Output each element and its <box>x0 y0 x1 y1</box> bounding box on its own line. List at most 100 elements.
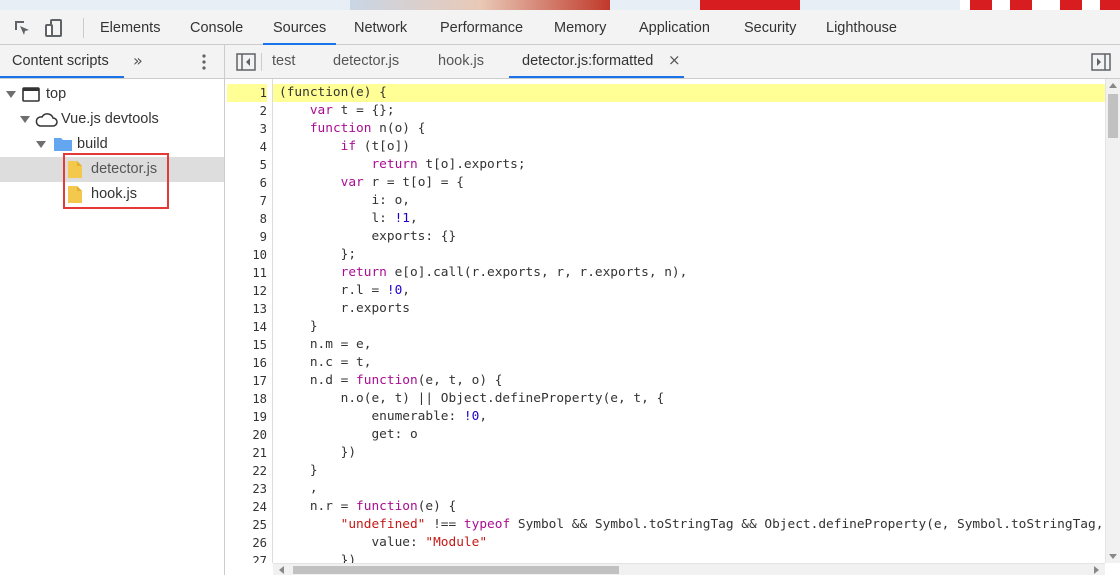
line-number[interactable]: 20 <box>227 426 267 444</box>
tab-content-scripts[interactable]: Content scripts <box>12 53 109 69</box>
horizontal-scrollbar[interactable] <box>273 563 1105 575</box>
code-line[interactable]: var t = {}; <box>273 102 1105 120</box>
line-number[interactable]: 24 <box>227 498 267 516</box>
code-line[interactable]: "undefined" !== typeof Symbol && Symbol.… <box>273 516 1105 534</box>
editor-tab-test[interactable]: test <box>272 53 295 69</box>
code-line[interactable]: } <box>273 462 1105 480</box>
editor-tab-detector-formatted[interactable]: detector.js:formatted <box>522 53 653 69</box>
code-line[interactable]: function n(o) { <box>273 120 1105 138</box>
line-number[interactable]: 5 <box>227 156 267 174</box>
tab-elements[interactable]: Elements <box>100 10 160 45</box>
code-line[interactable]: , <box>273 480 1105 498</box>
line-number[interactable]: 14 <box>227 318 267 336</box>
tab-memory[interactable]: Memory <box>554 10 606 45</box>
scroll-down-arrow-icon[interactable] <box>1109 554 1117 559</box>
line-number[interactable]: 23 <box>227 480 267 498</box>
code-line[interactable]: n.o(e, t) || Object.defineProperty(e, t,… <box>273 390 1105 408</box>
tab-application[interactable]: Application <box>639 10 710 45</box>
expand-arrow-icon[interactable] <box>20 116 30 123</box>
code-line[interactable]: var r = t[o] = { <box>273 174 1105 192</box>
line-number[interactable]: 1 <box>227 84 267 102</box>
editor-tab-detector-js[interactable]: detector.js <box>333 53 399 69</box>
line-number[interactable]: 2 <box>227 102 267 120</box>
code-line[interactable]: get: o <box>273 426 1105 444</box>
frame-icon <box>22 87 40 102</box>
scroll-left-arrow-icon[interactable] <box>279 566 284 574</box>
code-line[interactable]: return t[o].exports; <box>273 156 1105 174</box>
tree-label-top: top <box>46 86 67 102</box>
tab-sources[interactable]: Sources <box>263 10 337 45</box>
line-number[interactable]: 15 <box>227 336 267 354</box>
tab-console[interactable]: Console <box>190 10 243 45</box>
device-toolbar-icon[interactable] <box>44 18 64 38</box>
line-number[interactable]: 11 <box>227 264 267 282</box>
code-line[interactable]: }) <box>273 552 1105 563</box>
tree-item-top[interactable]: top <box>0 82 224 107</box>
navigator-sidebar: Content scripts » top Vue.js devtools bu… <box>0 45 225 575</box>
tab-network[interactable]: Network <box>354 10 407 45</box>
code-line[interactable]: n.m = e, <box>273 336 1105 354</box>
line-number[interactable]: 16 <box>227 354 267 372</box>
devtools-main-toolbar: Elements Console Sources Network Perform… <box>0 10 1120 45</box>
code-line[interactable]: n.c = t, <box>273 354 1105 372</box>
active-editor-tab-underline <box>509 76 684 78</box>
tab-separator <box>261 53 262 71</box>
editor-tab-hook-js[interactable]: hook.js <box>438 53 484 69</box>
editor-tab-bar: test detector.js hook.js detector.js:for… <box>225 45 1120 79</box>
line-number[interactable]: 7 <box>227 192 267 210</box>
line-number[interactable]: 13 <box>227 300 267 318</box>
toggle-navigator-icon[interactable] <box>236 53 256 71</box>
line-number[interactable]: 10 <box>227 246 267 264</box>
line-number[interactable]: 22 <box>227 462 267 480</box>
code-line[interactable]: enumerable: !0, <box>273 408 1105 426</box>
line-number[interactable]: 12 <box>227 282 267 300</box>
toggle-debugger-icon[interactable] <box>1091 53 1111 71</box>
tree-item-vuejs-devtools[interactable]: Vue.js devtools <box>0 107 224 132</box>
inspect-element-icon[interactable] <box>12 18 32 38</box>
code-line[interactable]: r.exports <box>273 300 1105 318</box>
more-tabs-icon[interactable]: » <box>133 51 143 70</box>
line-number[interactable]: 25 <box>227 516 267 534</box>
close-tab-icon[interactable]: × <box>668 51 681 69</box>
scroll-right-arrow-icon[interactable] <box>1094 566 1099 574</box>
vertical-scrollbar[interactable] <box>1105 79 1120 563</box>
expand-arrow-icon[interactable] <box>6 91 16 98</box>
line-number[interactable]: 9 <box>227 228 267 246</box>
code-line[interactable]: }) <box>273 444 1105 462</box>
tab-lighthouse[interactable]: Lighthouse <box>826 10 897 45</box>
code-line[interactable]: exports: {} <box>273 228 1105 246</box>
line-number[interactable]: 17 <box>227 372 267 390</box>
code-line[interactable]: l: !1, <box>273 210 1105 228</box>
annotation-red-box <box>63 153 169 209</box>
line-number[interactable]: 19 <box>227 408 267 426</box>
tab-performance[interactable]: Performance <box>440 10 523 45</box>
tab-security[interactable]: Security <box>744 10 796 45</box>
code-line[interactable]: } <box>273 318 1105 336</box>
code-line[interactable]: (function(e) { <box>273 84 1105 102</box>
line-number[interactable]: 18 <box>227 390 267 408</box>
line-number[interactable]: 21 <box>227 444 267 462</box>
tree-label-build: build <box>77 136 108 152</box>
code-line[interactable]: }; <box>273 246 1105 264</box>
code-editor[interactable]: 1 2 3 4 5 6 7 8 9 10 11 12 13 14 15 16 1… <box>225 79 1105 563</box>
line-number[interactable]: 27 <box>227 552 267 563</box>
scrollbar-thumb[interactable] <box>293 566 619 574</box>
line-number[interactable]: 6 <box>227 174 267 192</box>
line-number[interactable]: 4 <box>227 138 267 156</box>
code-line[interactable]: r.l = !0, <box>273 282 1105 300</box>
code-line[interactable]: n.d = function(e, t, o) { <box>273 372 1105 390</box>
kebab-menu-icon[interactable] <box>199 53 209 71</box>
scrollbar-thumb[interactable] <box>1108 94 1118 138</box>
expand-arrow-icon[interactable] <box>36 141 46 148</box>
code-line[interactable]: if (t[o]) <box>273 138 1105 156</box>
line-number[interactable]: 3 <box>227 120 267 138</box>
line-number[interactable]: 26 <box>227 534 267 552</box>
cloud-icon <box>35 113 58 127</box>
line-number-gutter[interactable]: 1 2 3 4 5 6 7 8 9 10 11 12 13 14 15 16 1… <box>225 79 273 563</box>
code-line[interactable]: n.r = function(e) { <box>273 498 1105 516</box>
line-number[interactable]: 8 <box>227 210 267 228</box>
scroll-up-arrow-icon[interactable] <box>1109 83 1117 88</box>
code-line[interactable]: value: "Module" <box>273 534 1105 552</box>
code-line[interactable]: return e[o].call(r.exports, r, r.exports… <box>273 264 1105 282</box>
code-line[interactable]: i: o, <box>273 192 1105 210</box>
